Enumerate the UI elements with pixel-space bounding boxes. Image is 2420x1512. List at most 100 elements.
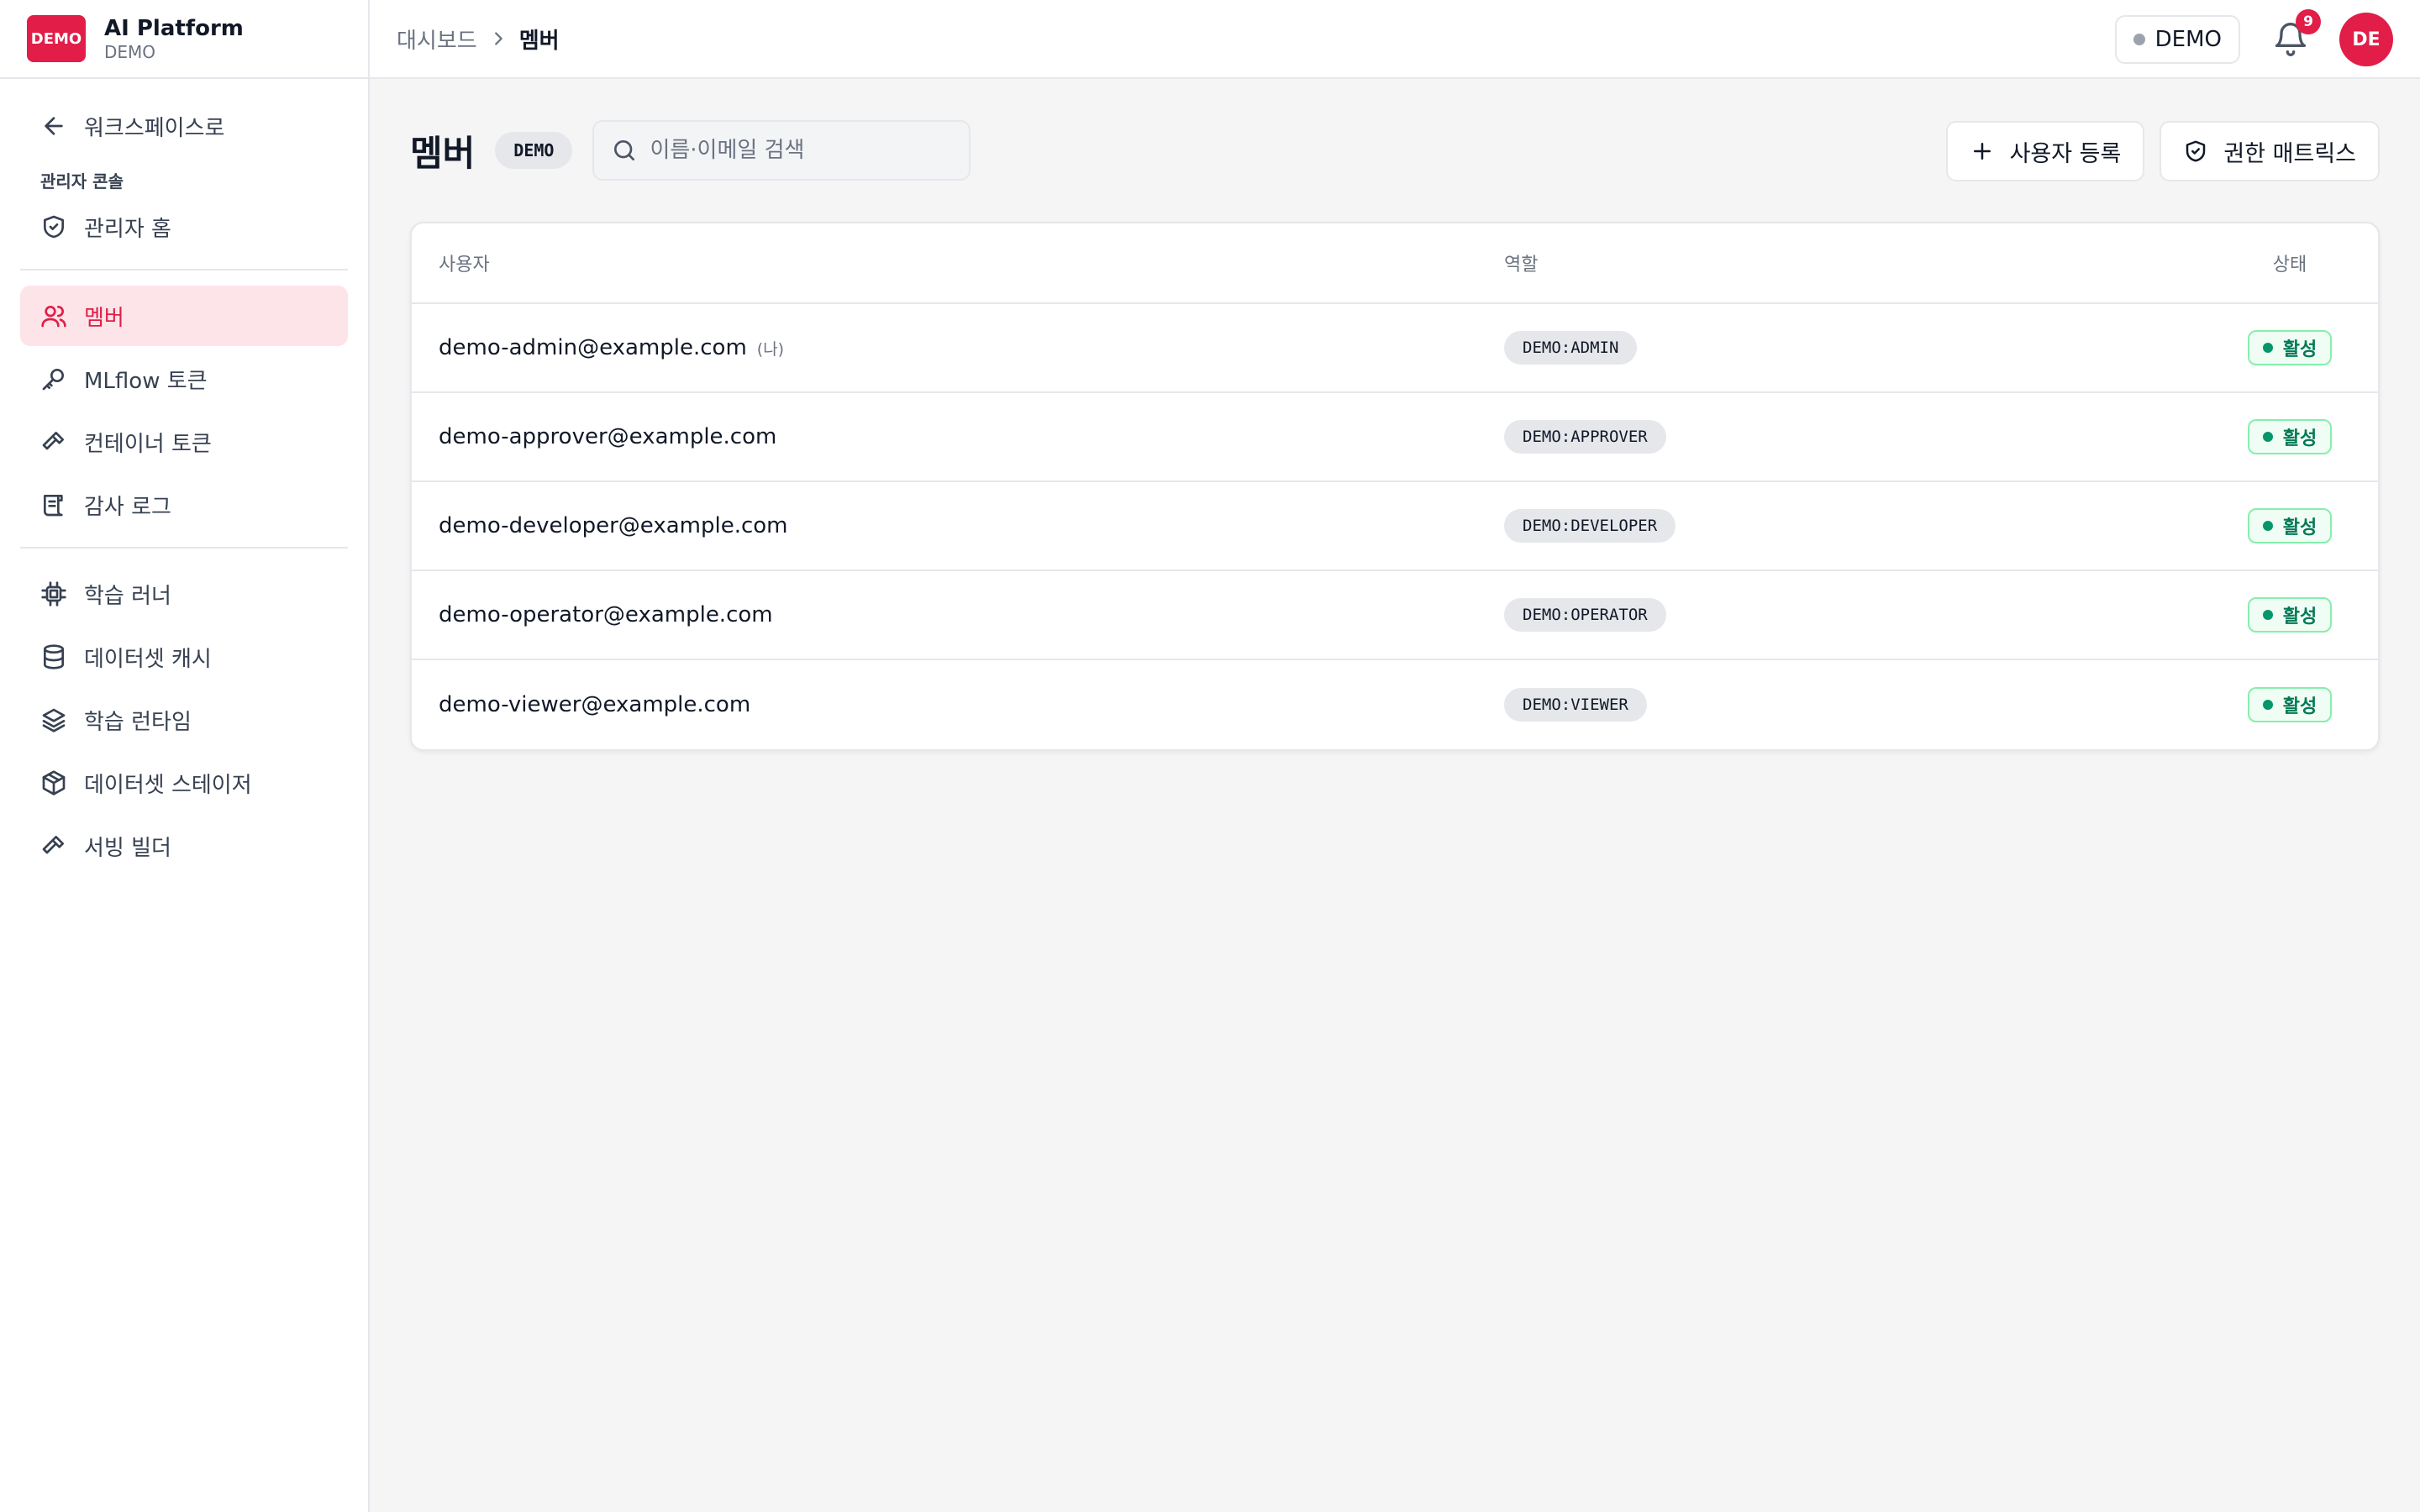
sidebar-item-dataset-cache[interactable]: 데이터셋 캐시 <box>20 627 348 687</box>
member-email: demo-developer@example.com <box>439 513 788 538</box>
avatar[interactable]: DE <box>2339 13 2393 66</box>
admin-console-section-label: 관리자 콘솔 <box>40 171 124 192</box>
search-input[interactable] <box>650 138 953 163</box>
status-dot <box>2262 343 2273 353</box>
member-email: demo-approver@example.com <box>439 424 777 449</box>
sidebar: DEMO AI Platform DEMO 워크스페이스로 관리자 콘솔 관리자… <box>0 0 370 1512</box>
status-label: 활성 <box>2282 517 2317 538</box>
add-user-button[interactable]: 사용자 등록 <box>1945 121 2145 181</box>
table-row[interactable]: demo-developer@example.com DEMO:DEVELOPE… <box>412 482 2378 571</box>
status-dot <box>2262 610 2273 620</box>
table-row[interactable]: demo-approver@example.com DEMO:APPROVER … <box>412 393 2378 482</box>
hammer-icon <box>42 432 64 450</box>
notifications-button[interactable]: 9 <box>2272 9 2321 58</box>
sidebar-item-label: 감사 로그 <box>84 494 171 520</box>
sidebar-item-label: 학습 러너 <box>84 583 171 609</box>
breadcrumb: 대시보드 멤버 <box>397 24 560 55</box>
database-icon <box>44 644 64 669</box>
sidebar-item-label: 학습 런타임 <box>84 709 192 735</box>
brand-workspace: DEMO <box>104 42 156 62</box>
status-badge: 활성 <box>2247 419 2333 454</box>
hammer-icon <box>42 836 64 854</box>
sidebar-item-label: 관리자 홈 <box>84 216 171 242</box>
sidebar-item-label: MLflow 토큰 <box>84 368 208 394</box>
sidebar-item-label: 데이터셋 캐시 <box>84 646 212 672</box>
table-row[interactable]: demo-admin@example.com (나) DEMO:ADMIN 활성 <box>412 304 2378 393</box>
sidebar-item-members[interactable]: 멤버 <box>20 286 348 346</box>
sidebar-item-admin-home[interactable]: 관리자 홈 <box>20 197 348 257</box>
role-badge: DEMO:OPERATOR <box>1504 598 1666 632</box>
workspace-badge: DEMO <box>495 132 573 169</box>
sidebar-item-label: 컨테이너 토큰 <box>84 431 212 457</box>
top-bar: 대시보드 멤버 DEMO 9 DE <box>370 0 2420 79</box>
role-badge: DEMO:APPROVER <box>1504 420 1666 454</box>
permission-matrix-button[interactable]: 권한 매트릭스 <box>2160 121 2380 181</box>
sidebar-item-container-token[interactable]: 컨테이너 토큰 <box>20 412 348 472</box>
sidebar-item-label: 멤버 <box>84 305 124 331</box>
table-header: 사용자 역할 상태 <box>412 223 2378 304</box>
workspace-switcher[interactable]: DEMO <box>2114 15 2240 64</box>
status-badge: 활성 <box>2247 597 2333 633</box>
sidebar-item-serving-builder[interactable]: 서빙 빌더 <box>20 816 348 876</box>
status-badge: 활성 <box>2247 508 2333 543</box>
status-label: 활성 <box>2282 606 2317 627</box>
sidebar-item-label: 서빙 빌더 <box>84 835 171 861</box>
sidebar-item-mlflow-token[interactable]: MLflow 토큰 <box>20 349 348 409</box>
shield-check-icon <box>44 215 64 239</box>
scroll-icon <box>44 495 63 517</box>
layers-icon <box>42 708 66 732</box>
sidebar-item-audit-log[interactable]: 감사 로그 <box>20 475 348 535</box>
sidebar-item-label: 데이터셋 스테이저 <box>84 772 252 798</box>
workspace-label: DEMO <box>2154 27 2222 52</box>
back-label: 워크스페이스로 <box>84 115 225 141</box>
divider <box>20 269 348 270</box>
sidebar-nav: 워크스페이스로 관리자 콘솔 관리자 홈 멤버 MLflow 토큰 컨테이너 토… <box>0 94 368 876</box>
status-label: 활성 <box>2282 428 2317 449</box>
back-to-workspace-link[interactable]: 워크스페이스로 <box>20 94 348 158</box>
status-label: 활성 <box>2282 339 2317 360</box>
add-user-label: 사용자 등록 <box>2009 140 2122 167</box>
role-badge: DEMO:ADMIN <box>1504 331 1638 365</box>
permission-matrix-label: 권한 매트릭스 <box>2223 140 2356 167</box>
status-dot <box>2262 521 2273 531</box>
column-header-status[interactable]: 상태 <box>2202 249 2378 276</box>
chevron-right-icon <box>494 32 502 45</box>
status-label: 활성 <box>2282 696 2317 717</box>
member-email: demo-operator@example.com <box>439 602 773 627</box>
member-email: demo-viewer@example.com <box>439 692 751 717</box>
sidebar-item-training-runtime[interactable]: 학습 런타임 <box>20 690 348 750</box>
table-row[interactable]: demo-viewer@example.com DEMO:VIEWER 활성 <box>412 660 2378 749</box>
notification-count-badge: 9 <box>2296 9 2321 34</box>
sidebar-item-dataset-stager[interactable]: 데이터셋 스테이저 <box>20 753 348 813</box>
key-icon <box>42 369 64 391</box>
breadcrumb-current: 멤버 <box>518 28 560 54</box>
role-badge: DEMO:VIEWER <box>1504 688 1647 722</box>
workspace-status-dot <box>2133 34 2145 45</box>
page-title: 멤버 <box>410 132 476 174</box>
main-content: 멤버 DEMO 사용자 등록 권한 매트릭스 사용자 역할 상태 demo-ad… <box>410 79 2380 751</box>
plus-icon <box>1973 143 1991 160</box>
brand-name: AI Platform <box>104 16 244 41</box>
status-dot <box>2262 700 2273 710</box>
status-badge: 활성 <box>2247 687 2333 722</box>
sidebar-item-training-runner[interactable]: 학습 러너 <box>20 564 348 624</box>
cpu-icon <box>41 581 66 606</box>
brand[interactable]: DEMO AI Platform DEMO <box>0 0 368 79</box>
table-row[interactable]: demo-operator@example.com DEMO:OPERATOR … <box>412 571 2378 660</box>
page-header: 멤버 DEMO 사용자 등록 권한 매트릭스 <box>410 79 2380 222</box>
breadcrumb-dashboard-link[interactable]: 대시보드 <box>397 24 477 55</box>
column-header-user[interactable]: 사용자 <box>412 249 1504 276</box>
package-icon <box>42 770 66 795</box>
members-table: 사용자 역할 상태 demo-admin@example.com (나) DEMO… <box>410 222 2380 751</box>
divider <box>20 547 348 549</box>
users-icon <box>41 306 66 328</box>
shield-check-icon <box>2186 140 2206 162</box>
status-dot <box>2262 432 2273 442</box>
role-badge: DEMO:DEVELOPER <box>1504 509 1676 543</box>
me-tag: (나) <box>756 340 785 359</box>
member-email: demo-admin@example.com <box>439 335 747 360</box>
arrow-left-icon <box>45 117 63 135</box>
search-box[interactable] <box>592 120 971 181</box>
column-header-role[interactable]: 역할 <box>1504 249 2202 276</box>
brand-logo: DEMO <box>27 15 86 62</box>
